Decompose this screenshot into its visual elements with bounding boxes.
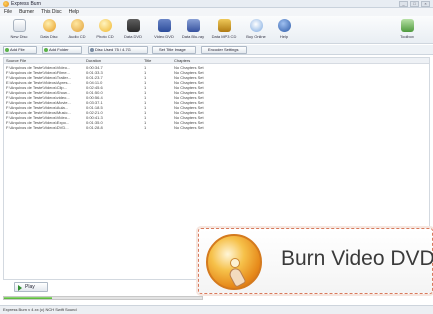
buy-online-icon: [249, 19, 263, 32]
menu-file[interactable]: File: [4, 9, 12, 15]
set-title-image-button[interactable]: Set Title Image: [152, 46, 196, 54]
cell-source-file: F:\Arquivos de Teste\Videos\DVD...: [6, 125, 69, 130]
title-bar: Express Burn _ □ ×: [0, 0, 433, 8]
column-duration[interactable]: Duration: [86, 58, 140, 63]
maximize-button[interactable]: □: [410, 1, 419, 7]
window-title: Express Burn: [11, 0, 42, 7]
toolbar-label: New Disc: [10, 34, 28, 39]
cell-chapters: No Chapters Set: [174, 125, 204, 130]
add-icon: [5, 48, 9, 52]
toolbar-button-data-dvd[interactable]: Data DVD: [118, 18, 148, 42]
menu-this-disc[interactable]: This Disc: [41, 9, 62, 15]
toolbar-label: Data Disc: [40, 34, 58, 39]
menu-burner[interactable]: Burner: [19, 9, 34, 15]
toolbar-button-help[interactable]: Help: [269, 18, 299, 42]
close-button[interactable]: ×: [421, 1, 430, 7]
toolbar-label: Help: [279, 34, 289, 39]
window-controls: _ □ ×: [399, 1, 430, 7]
add-file-button[interactable]: Add File: [3, 46, 37, 54]
table-row[interactable]: F:\Arquivos de Teste\Videos\DVD... 0:01:2…: [4, 125, 429, 130]
toolbar-label: Data Blu-ray: [181, 34, 205, 39]
toolbar-label: Toolbox: [400, 34, 414, 39]
add-folder-button[interactable]: Add Folder: [42, 46, 82, 54]
toolbar-label: Video DVD: [154, 34, 174, 39]
list-header: Source File Duration Title Chapters: [4, 58, 429, 64]
toolbar-button-new-disc[interactable]: New Disc: [4, 18, 34, 42]
toolbar-label: Photo CD: [96, 34, 114, 39]
toolbar-button-video-dvd[interactable]: Video DVD: [149, 18, 179, 42]
folder-icon: [44, 48, 48, 52]
play-button[interactable]: Play: [14, 282, 48, 292]
photo-cd-icon: [98, 19, 112, 32]
toolbar-label: Buy Online: [246, 34, 266, 39]
toolbar-button-toolbox[interactable]: Toolbox: [392, 18, 422, 42]
status-bar: Express Burn v 4.xx (c) NCH Swift Sound: [0, 305, 433, 314]
column-title[interactable]: Title: [144, 58, 158, 63]
toolbar-button-mp3-cd[interactable]: Data MP3 CD: [209, 18, 239, 42]
cell-duration: 0:01:28.8: [86, 125, 103, 130]
progress-bar: [3, 296, 203, 300]
column-chapters[interactable]: Chapters: [174, 58, 234, 63]
toolbar-button-buy-online[interactable]: Buy Online: [241, 18, 271, 42]
toolbar-button-photo-cd[interactable]: Photo CD: [90, 18, 120, 42]
toolbox-icon: [400, 19, 414, 32]
minimize-button[interactable]: _: [399, 1, 408, 7]
toolbar-label: Audio CD: [68, 34, 86, 39]
burn-disc-icon: [206, 234, 262, 290]
app-icon: [3, 0, 9, 7]
data-dvd-icon: [126, 19, 140, 32]
toolbar-button-blu-ray[interactable]: Data Blu-ray: [178, 18, 208, 42]
disc-used-indicator: Disc Used 75 / 4.7G: [88, 46, 148, 54]
toolbar-label: Data MP3 CD: [211, 34, 237, 39]
toolbar: New Disc Data Disc Audio CD Photo CD Data DV…: [0, 16, 433, 44]
toolbar-label: Data DVD: [123, 34, 142, 39]
video-dvd-icon: [157, 19, 171, 32]
toolbar-button-audio-cd[interactable]: Audio CD: [62, 18, 92, 42]
cell-title: 1: [144, 125, 147, 130]
help-icon: [277, 19, 291, 32]
burn-video-dvd-label: Burn Video DVD: [281, 247, 433, 270]
burn-video-dvd-banner[interactable]: Burn Video DVD: [198, 228, 433, 294]
status-text: Express Burn v 4.xx (c) NCH Swift Sound: [3, 307, 77, 312]
encoder-settings-button[interactable]: Encoder Settings: [201, 46, 247, 54]
disc-icon: [90, 48, 94, 52]
hand-pointer-icon: [227, 266, 247, 288]
blu-ray-icon: [186, 19, 200, 32]
play-icon: [18, 285, 22, 291]
column-source-file[interactable]: Source File: [6, 58, 82, 63]
menu-bar: File Burner This Disc Help: [0, 8, 433, 16]
menu-help[interactable]: Help: [69, 9, 79, 15]
data-disc-icon: [42, 19, 56, 32]
mp3-cd-icon: [217, 19, 231, 32]
new-disc-icon: [12, 19, 26, 32]
action-bar: Add File Add Folder Disc Used 75 / 4.7G …: [0, 45, 433, 55]
audio-cd-icon: [70, 19, 84, 32]
toolbar-button-data-disc[interactable]: Data Disc: [34, 18, 64, 42]
progress-fill: [4, 297, 52, 299]
